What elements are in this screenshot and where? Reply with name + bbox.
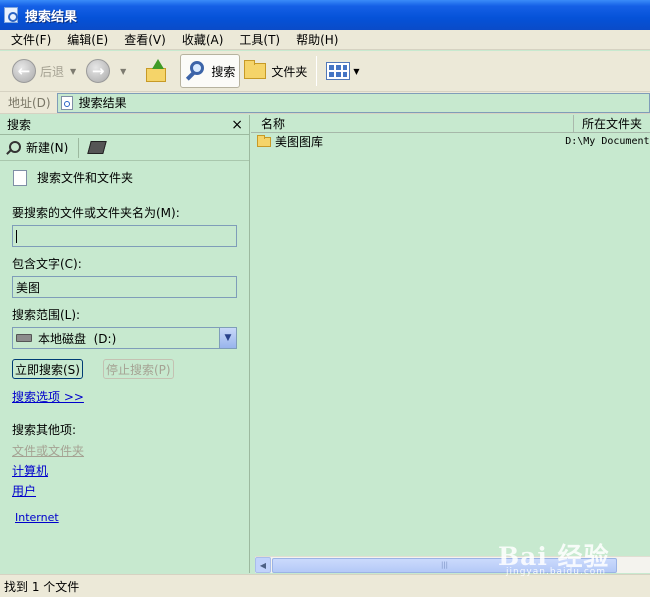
folder-icon <box>244 60 267 79</box>
stop-search-button[interactable]: 停止搜索(P) <box>102 359 174 379</box>
menu-file[interactable]: 文件(F) <box>6 31 56 48</box>
toolbar-separator <box>316 56 318 86</box>
chevron-down-icon[interactable]: ▼ <box>219 328 236 348</box>
find-files-icon <box>13 169 27 186</box>
menu-help[interactable]: 帮助(H) <box>291 31 343 48</box>
result-name-cell: 美图图库 <box>257 133 560 150</box>
file-name-label: 要搜索的文件或文件夹名为(M): <box>12 206 180 220</box>
status-bar: 找到 1 个文件 <box>0 574 650 597</box>
result-folder: D:\My Documents <box>565 136 650 147</box>
up-button[interactable] <box>132 54 180 88</box>
folders-label: 文件夹 <box>271 64 308 79</box>
search-panel: 搜索 × 新建(N) 搜索文件和文件夹 要搜索的文件或文件夹名为(M): 包含文… <box>0 115 250 573</box>
search-results-icon <box>4 7 18 23</box>
views-icon <box>326 62 351 80</box>
table-row[interactable]: 美图图库 D:\My Documents <box>251 133 650 150</box>
back-arrow-icon: ← <box>12 59 36 83</box>
files-folders-link[interactable]: 文件或文件夹 <box>12 442 237 459</box>
horizontal-scrollbar[interactable]: ◀ ||| <box>255 556 650 573</box>
up-folder-icon <box>144 59 168 83</box>
folder-icon <box>257 134 271 147</box>
internet-link[interactable]: Internet <box>12 511 237 524</box>
new-search-icon <box>6 140 21 155</box>
views-dropdown-icon: ▼ <box>353 66 360 76</box>
computers-link[interactable]: 计算机 <box>12 462 237 479</box>
contains-text-input[interactable]: 美图 <box>12 276 237 298</box>
people-link[interactable]: 用户 <box>12 482 237 499</box>
look-in-select[interactable]: 本地磁盘 (D:) ▼ <box>12 327 237 349</box>
new-search-button[interactable]: 新建(N) <box>6 137 80 158</box>
back-label: 后退 <box>40 64 65 79</box>
column-headers: 名称 所在文件夹 <box>251 115 650 133</box>
search-icon <box>185 60 207 82</box>
search-panel-body: 搜索文件和文件夹 要搜索的文件或文件夹名为(M): 包含文字(C): 美图 搜索… <box>0 161 249 533</box>
new-search-label: 新建(N) <box>26 141 69 155</box>
menu-view[interactable]: 查看(V) <box>119 31 171 48</box>
menu-edit[interactable]: 编辑(E) <box>62 31 113 48</box>
address-value: 搜索结果 <box>78 96 127 110</box>
address-field[interactable]: 搜索结果 <box>56 92 650 113</box>
search-buttons: 立即搜索(S) 停止搜索(P) <box>12 359 237 379</box>
close-icon[interactable]: × <box>231 117 243 133</box>
back-dropdown-icon[interactable]: ▼ <box>70 67 76 76</box>
forward-arrow-icon: → <box>86 59 111 83</box>
views-button[interactable]: ▼ <box>322 54 369 88</box>
section-title: 搜索文件和文件夹 <box>37 171 134 185</box>
address-label: 地址(D) <box>8 96 51 110</box>
search-panel-title: 搜索 <box>7 118 32 132</box>
search-panel-toolbar: 新建(N) <box>0 135 249 161</box>
folders-button[interactable]: 文件夹 <box>240 54 311 88</box>
file-name-input[interactable] <box>12 225 237 247</box>
in-folder-column-header[interactable]: 所在文件夹 <box>574 115 650 132</box>
contains-text-value: 美图 <box>16 280 41 295</box>
menu-tools[interactable]: 工具(T) <box>234 31 285 48</box>
status-text: 找到 1 个文件 <box>4 579 80 594</box>
search-now-button[interactable]: 立即搜索(S) <box>12 359 83 379</box>
search-results-icon <box>60 95 73 110</box>
back-button[interactable]: ← 后退 <box>8 54 68 88</box>
look-in-value: 本地磁盘 (D:) <box>38 331 117 346</box>
search-other-label: 搜索其他项: <box>12 423 77 437</box>
title-bar: 搜索结果 <box>0 0 650 30</box>
look-in-label: 搜索范围(L): <box>12 308 81 322</box>
contains-text-label: 包含文字(C): <box>12 257 82 271</box>
address-bar: 地址(D) 搜索结果 <box>0 92 650 114</box>
toolbar: ← 后退 ▼ → ▼ 搜索 文件夹 ▼ <box>0 51 650 92</box>
hard-drive-icon <box>16 334 32 342</box>
search-companion-icon[interactable] <box>87 141 108 154</box>
search-options-link[interactable]: 搜索选项 >> <box>12 388 237 405</box>
scroll-thumb[interactable]: ||| <box>272 557 617 573</box>
scroll-left-icon[interactable]: ◀ <box>255 557 271 573</box>
text-caret <box>16 229 17 243</box>
window-title: 搜索结果 <box>25 9 78 25</box>
result-name: 美图图库 <box>275 135 324 149</box>
results-pane: 名称 所在文件夹 美图图库 D:\My Documents ◀ ||| <box>251 115 650 573</box>
menu-bar: 文件(F) 编辑(E) 查看(V) 收藏(A) 工具(T) 帮助(H) <box>0 30 650 50</box>
forward-button[interactable]: → <box>82 54 118 88</box>
search-panel-header: 搜索 × <box>0 115 249 135</box>
section-heading: 搜索文件和文件夹 <box>12 169 237 186</box>
name-column-header[interactable]: 名称 <box>251 115 574 132</box>
search-button[interactable]: 搜索 <box>180 54 241 88</box>
search-label: 搜索 <box>211 64 236 79</box>
menu-favorites[interactable]: 收藏(A) <box>177 31 229 48</box>
forward-dropdown-icon[interactable]: ▼ <box>120 67 126 76</box>
